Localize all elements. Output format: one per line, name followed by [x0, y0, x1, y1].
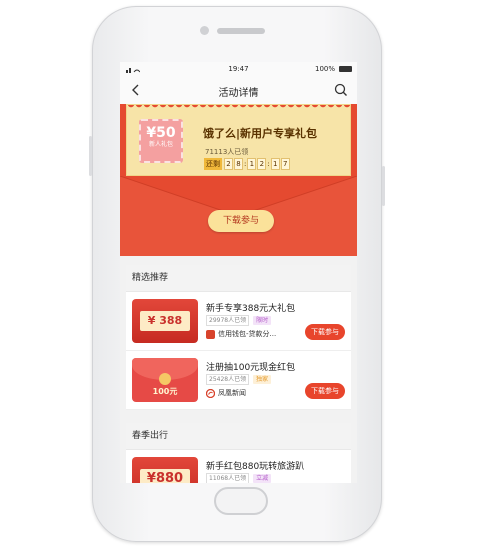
promo-title: 饿了么|新用户专享礼包	[203, 127, 318, 140]
download-participate-button[interactable]: 下载参与	[305, 383, 345, 399]
promo-claimed-count: 71113人已领	[205, 148, 249, 156]
download-participate-button[interactable]: 下载参与	[305, 324, 345, 340]
section-heading: 春季出行	[126, 423, 351, 450]
app-logo-icon	[206, 329, 215, 339]
countdown-timer: 还剩 2 8 : 1 2 : 1 7	[204, 158, 291, 170]
download-participate-button[interactable]: 下载参与	[208, 210, 274, 232]
coupon-amount: ¥50	[146, 125, 176, 141]
phoenix-logo-icon	[206, 388, 215, 398]
item-claimed-count: 11068人已领	[206, 472, 250, 483]
item-title: 新手专享388元大礼包	[206, 304, 296, 314]
nav-bar: 活动详情	[120, 76, 357, 105]
item-thumbnail: 100元	[132, 358, 198, 402]
item-title: 新手红包880玩转旅游趴	[206, 462, 305, 472]
countdown-digit: 2	[224, 158, 233, 170]
item-source-name: 凤凰新闻	[218, 389, 246, 397]
promo-banner: ¥50 新人礼包 饿了么|新用户专享礼包 71113人已领 还剩 2 8 : 1…	[120, 104, 357, 256]
front-camera	[200, 26, 209, 35]
item-thumbnail: ¥ 388	[132, 299, 198, 343]
battery-percent: 100%	[314, 65, 335, 73]
envelope-letter: ¥50 新人礼包 饿了么|新用户专享礼包 71113人已领 还剩 2 8 : 1…	[126, 104, 351, 176]
power-button	[382, 166, 385, 206]
item-meta: 29978人已领 限时	[206, 314, 272, 326]
section-heading: 精选推荐	[126, 265, 351, 292]
countdown-digit: 1	[270, 158, 280, 170]
list-item[interactable]: ¥ 388 新手专享388元大礼包 29978人已领 限时 信用钱包-贷款分..…	[126, 292, 351, 351]
item-tag: 限时	[253, 315, 272, 325]
countdown-digit: 2	[257, 158, 267, 170]
item-meta: 11068人已领 立减	[206, 472, 272, 483]
countdown-colon: :	[244, 160, 247, 168]
search-icon[interactable]	[333, 82, 349, 98]
item-claimed-count: 29978人已领	[206, 314, 250, 326]
countdown-digit: 8	[234, 158, 243, 170]
thumb-amount: ¥880	[140, 469, 190, 483]
page-title: 活动详情	[218, 88, 259, 99]
envelope-seal-icon	[159, 373, 171, 385]
thumb-amount: 100元	[152, 387, 178, 396]
status-bar: 19:47 100%	[120, 62, 357, 76]
countdown-colon: :	[267, 160, 270, 168]
countdown-digit: 1	[247, 158, 257, 170]
coupon-badge: ¥50 新人礼包	[139, 119, 183, 163]
item-source: 信用钱包-贷款分...	[206, 329, 276, 339]
item-title: 注册抽100元现金红包	[206, 363, 296, 373]
item-source: 凤凰新闻	[206, 388, 246, 398]
battery-icon	[339, 66, 352, 72]
countdown-digit: 7	[280, 158, 290, 170]
item-tag: 独家	[253, 374, 272, 384]
app-screen: 19:47 100% 活动详情 ¥50 新人礼包 饿了么|新用户专享礼包 711…	[120, 62, 357, 483]
volume-button	[89, 136, 92, 176]
countdown-label: 还剩	[204, 158, 222, 170]
section-featured: 精选推荐 ¥ 388 新手专享388元大礼包 29978人已领 限时 信用钱包-…	[126, 265, 351, 410]
thumb-amount: ¥ 388	[140, 311, 190, 331]
section-spring-travel: 春季出行 ¥880 新手红包880玩转旅游趴 11068人已领 立减	[126, 423, 351, 483]
item-tag: 立减	[253, 473, 272, 483]
earpiece-speaker	[217, 28, 265, 34]
list-item[interactable]: 100元 注册抽100元现金红包 25428人已领 独家 凤凰新闻 下载参与	[126, 351, 351, 410]
list-item[interactable]: ¥880 新手红包880玩转旅游趴 11068人已领 立减	[126, 450, 351, 483]
item-thumbnail: ¥880	[132, 457, 198, 483]
item-source-name: 信用钱包-贷款分...	[218, 330, 277, 338]
item-meta: 25428人已领 独家	[206, 373, 272, 385]
home-button[interactable]	[214, 487, 268, 515]
item-claimed-count: 25428人已领	[206, 373, 250, 385]
coupon-label: 新人礼包	[148, 141, 173, 148]
